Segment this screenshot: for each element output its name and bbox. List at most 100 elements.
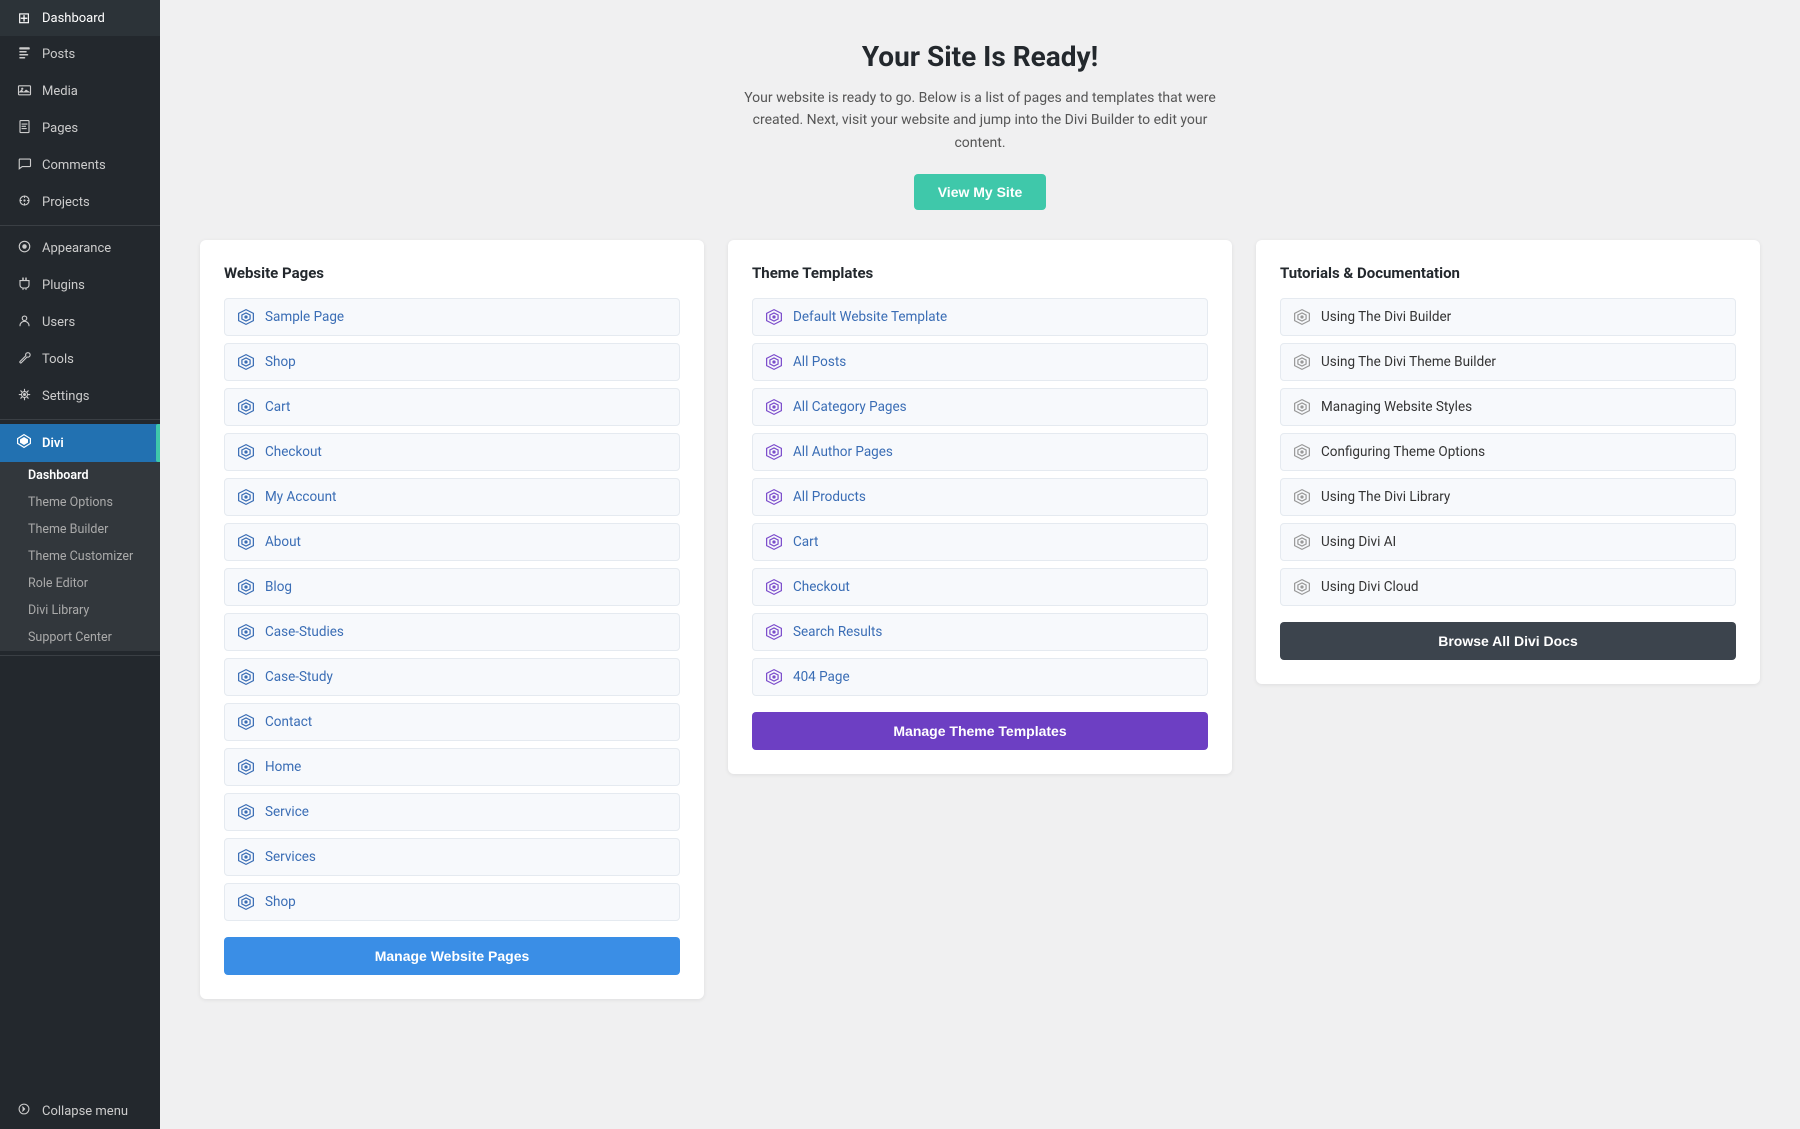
website-page-item[interactable]: Service [224,793,680,831]
collapse-icon [14,1102,34,1120]
website-page-item[interactable]: Home [224,748,680,786]
sidebar-sub-dashboard[interactable]: Dashboard [0,462,160,489]
pages-icon [14,119,34,138]
theme-template-item[interactable]: All Category Pages [752,388,1208,426]
tutorials-panel: Tutorials & Documentation Using The Divi… [1256,240,1760,684]
projects-icon [14,193,34,212]
sidebar-sub-theme-customizer[interactable]: Theme Customizer [0,543,160,570]
sidebar: ⊞ Dashboard Posts Media Pages Comments P… [0,0,160,1129]
page-description: Your website is ready to go. Below is a … [730,87,1230,154]
comments-icon [14,156,34,175]
media-icon [14,82,34,101]
theme-templates-list: Default Website Template All Posts All C… [752,298,1208,696]
theme-template-item[interactable]: 404 Page [752,658,1208,696]
sidebar-label-dashboard: Dashboard [42,11,105,26]
tutorial-item[interactable]: Using The Divi Builder [1280,298,1736,336]
website-pages-panel: Website Pages Sample Page Shop Cart Chec… [200,240,704,999]
tutorial-item[interactable]: Using Divi Cloud [1280,568,1736,606]
sidebar-item-dashboard[interactable]: ⊞ Dashboard [0,0,160,36]
sidebar-label-settings: Settings [42,389,89,404]
theme-template-item[interactable]: All Products [752,478,1208,516]
sidebar-sub-support-center[interactable]: Support Center [0,624,160,651]
manage-website-pages-button[interactable]: Manage Website Pages [224,937,680,975]
theme-template-item[interactable]: All Author Pages [752,433,1208,471]
website-page-item[interactable]: Blog [224,568,680,606]
tutorial-item[interactable]: Configuring Theme Options [1280,433,1736,471]
website-page-item[interactable]: Cart [224,388,680,426]
dashboard-icon: ⊞ [14,9,34,27]
users-icon [14,313,34,332]
sidebar-item-divi[interactable]: Divi [0,424,160,462]
sidebar-sub-divi-library[interactable]: Divi Library [0,597,160,624]
website-page-item[interactable]: Checkout [224,433,680,471]
sidebar-item-media[interactable]: Media [0,73,160,110]
theme-template-item[interactable]: Default Website Template [752,298,1208,336]
sidebar-item-posts[interactable]: Posts [0,36,160,73]
sidebar-label-divi: Divi [42,436,64,451]
sidebar-label-pages: Pages [42,121,78,136]
website-pages-list: Sample Page Shop Cart Checkout My Accoun… [224,298,680,921]
tutorials-list: Using The Divi Builder Using The Divi Th… [1280,298,1736,606]
collapse-label: Collapse menu [42,1104,128,1119]
sidebar-label-plugins: Plugins [42,278,85,293]
tutorial-item[interactable]: Using The Divi Theme Builder [1280,343,1736,381]
theme-template-item[interactable]: Cart [752,523,1208,561]
tutorials-heading: Tutorials & Documentation [1280,264,1736,282]
sidebar-label-projects: Projects [42,195,90,210]
posts-icon [14,45,34,64]
website-page-item[interactable]: About [224,523,680,561]
tutorial-item[interactable]: Managing Website Styles [1280,388,1736,426]
sidebar-sub-role-editor[interactable]: Role Editor [0,570,160,597]
theme-template-item[interactable]: Checkout [752,568,1208,606]
sidebar-item-users[interactable]: Users [0,304,160,341]
theme-templates-heading: Theme Templates [752,264,1208,282]
sidebar-item-tools[interactable]: Tools [0,341,160,378]
main-content: Your Site Is Ready! Your website is read… [160,0,1800,1129]
divi-active-indicator [156,424,160,462]
divi-submenu: Dashboard Theme Options Theme Builder Th… [0,462,160,651]
website-page-item[interactable]: Sample Page [224,298,680,336]
sidebar-label-posts: Posts [42,47,75,62]
sidebar-item-comments[interactable]: Comments [0,147,160,184]
tutorial-item[interactable]: Using The Divi Library [1280,478,1736,516]
sidebar-label-media: Media [42,84,78,99]
sidebar-label-tools: Tools [42,352,74,367]
sidebar-item-pages[interactable]: Pages [0,110,160,147]
website-page-item[interactable]: Shop [224,883,680,921]
website-pages-heading: Website Pages [224,264,680,282]
sidebar-item-appearance[interactable]: Appearance [0,230,160,267]
website-page-item[interactable]: Shop [224,343,680,381]
sidebar-collapse-menu[interactable]: Collapse menu [0,1093,160,1129]
sidebar-label-appearance: Appearance [42,241,111,256]
sidebar-item-plugins[interactable]: Plugins [0,267,160,304]
website-page-item[interactable]: Services [224,838,680,876]
view-site-button[interactable]: View My Site [914,174,1047,210]
divi-icon [14,433,34,453]
theme-template-item[interactable]: Search Results [752,613,1208,651]
panels-row: Website Pages Sample Page Shop Cart Chec… [200,240,1760,999]
website-page-item[interactable]: Contact [224,703,680,741]
divider-3 [0,655,160,656]
sidebar-item-projects[interactable]: Projects [0,184,160,221]
page-title: Your Site Is Ready! [200,40,1760,73]
website-page-item[interactable]: My Account [224,478,680,516]
theme-template-item[interactable]: All Posts [752,343,1208,381]
browse-docs-button[interactable]: Browse All Divi Docs [1280,622,1736,660]
divider-1 [0,225,160,226]
sidebar-label-comments: Comments [42,158,106,173]
manage-theme-templates-button[interactable]: Manage Theme Templates [752,712,1208,750]
sidebar-item-settings[interactable]: Settings [0,378,160,415]
tools-icon [14,350,34,369]
sidebar-sub-theme-builder[interactable]: Theme Builder [0,516,160,543]
website-page-item[interactable]: Case-Studies [224,613,680,651]
tutorial-item[interactable]: Using Divi AI [1280,523,1736,561]
sidebar-label-users: Users [42,315,75,330]
divider-2 [0,419,160,420]
page-header: Your Site Is Ready! Your website is read… [200,40,1760,210]
plugins-icon [14,276,34,295]
sidebar-sub-theme-options[interactable]: Theme Options [0,489,160,516]
theme-templates-panel: Theme Templates Default Website Template… [728,240,1232,774]
website-page-item[interactable]: Case-Study [224,658,680,696]
settings-icon [14,387,34,406]
appearance-icon [14,239,34,258]
